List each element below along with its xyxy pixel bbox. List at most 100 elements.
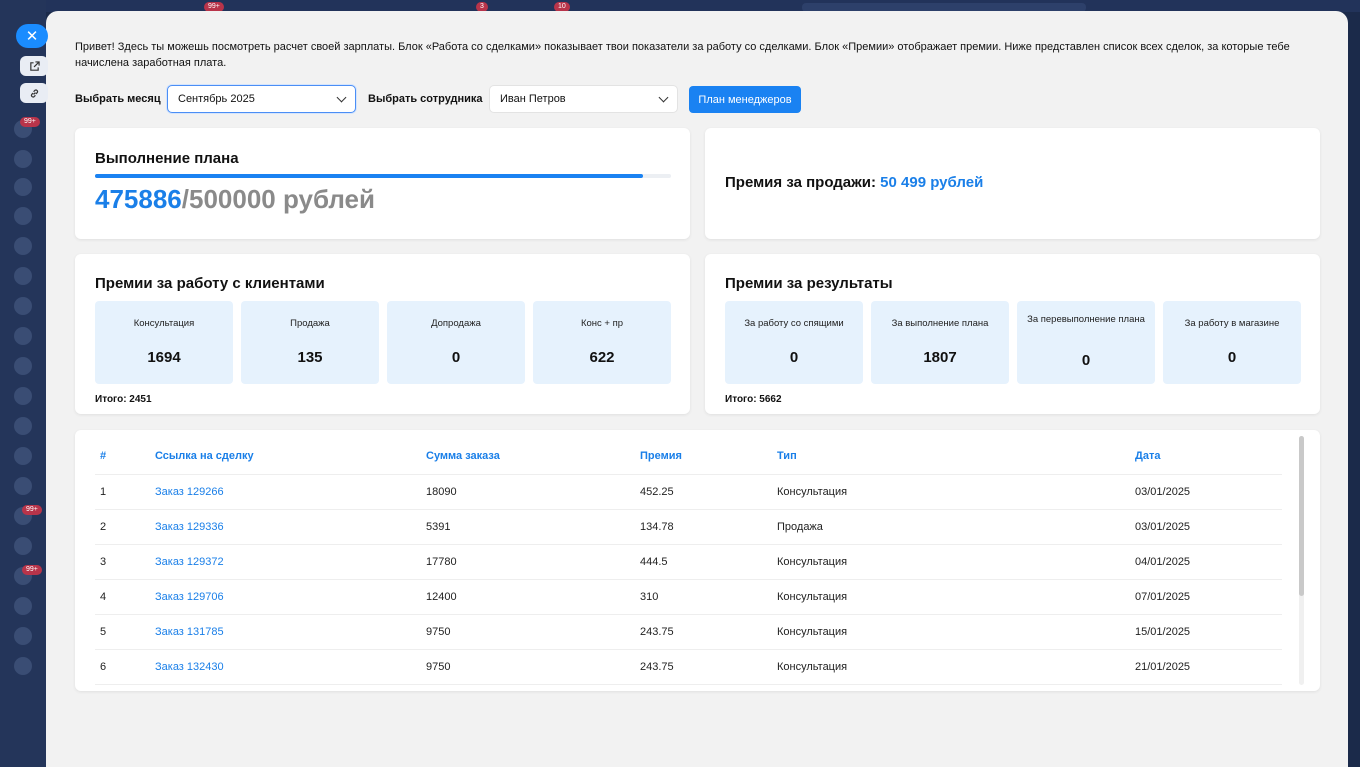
cell-deal-link: Заказ 131785 xyxy=(150,614,421,650)
month-select[interactable]: Сентябрь 2025 xyxy=(167,85,356,113)
bonus-tile-consult-plus-sale: Конс + пр 622 xyxy=(533,301,671,384)
table-row: 3 Заказ 129372 17780 444.5 Консультация … xyxy=(95,544,1282,580)
tile-value: 135 xyxy=(297,349,323,366)
tile-value: 622 xyxy=(589,349,615,366)
table-row: 5 Заказ 131785 9750 243.75 Консультация … xyxy=(95,614,1282,650)
employee-select[interactable]: Иван Петров xyxy=(489,85,678,113)
column-header-number[interactable]: # xyxy=(95,438,150,475)
employee-select-value: Иван Петров xyxy=(500,93,566,105)
table-row: 6 Заказ 132430 9750 243.75 Консультация … xyxy=(95,649,1282,685)
tile-value: 0 xyxy=(1227,349,1237,366)
tile-value: 0 xyxy=(1081,352,1091,369)
background-nav-icon xyxy=(14,657,32,675)
tile-value: 1694 xyxy=(147,349,181,366)
tile-label: Продажа xyxy=(290,318,330,329)
background-side-badge: 99+ xyxy=(20,117,40,127)
table-header-row: # Ссылка на сделку Сумма заказа Премия Т… xyxy=(95,438,1282,475)
column-header-order-sum[interactable]: Сумма заказа xyxy=(421,438,635,475)
background-nav-icon xyxy=(14,178,32,196)
bonus-tile-sleeping-clients: За работу со спящими 0 xyxy=(725,301,863,384)
tile-value: 1807 xyxy=(923,349,957,366)
deal-link[interactable]: Заказ 129336 xyxy=(155,521,224,533)
deal-link[interactable]: Заказ 129266 xyxy=(155,486,224,498)
intro-text: Привет! Здесь ты можешь посмотреть расче… xyxy=(75,41,1290,69)
column-header-date[interactable]: Дата xyxy=(1130,438,1282,475)
bonus-tile-plan-completion: За выполнение плана 1807 xyxy=(871,301,1009,384)
plan-title: Выполнение плана xyxy=(95,150,239,167)
cell-number: 3 xyxy=(95,544,150,580)
cell-order-sum: 18090 xyxy=(421,474,635,510)
cell-number: 4 xyxy=(95,579,150,615)
plan-total: /500000 рублей xyxy=(181,184,376,214)
cell-date: 07/01/2025 xyxy=(1130,579,1282,615)
cell-bonus: 243.75 xyxy=(635,614,772,650)
cell-bonus: 452.25 xyxy=(635,474,772,510)
link-icon xyxy=(30,88,38,98)
plan-current: 475886 xyxy=(95,184,182,214)
background-nav-icon xyxy=(14,597,32,615)
tile-label: Консультация xyxy=(133,318,195,329)
close-button[interactable]: ✕ xyxy=(16,24,48,48)
table-row: 4 Заказ 129706 12400 310 Консультация 07… xyxy=(95,579,1282,615)
tile-label: За работу со спящими xyxy=(744,318,844,329)
result-bonuses-card: Премии за результаты За работу со спящим… xyxy=(705,254,1320,414)
table-row: 2 Заказ 129336 5391 134.78 Продажа 03/01… xyxy=(95,509,1282,545)
cell-bonus: 310 xyxy=(635,579,772,615)
month-select-value: Сентябрь 2025 xyxy=(178,93,255,105)
deal-link[interactable]: Заказ 129372 xyxy=(155,556,224,568)
column-header-deal-link[interactable]: Ссылка на сделку xyxy=(150,438,421,475)
cell-date: 15/01/2025 xyxy=(1130,614,1282,650)
table-scrollbar[interactable] xyxy=(1299,436,1304,685)
external-link-icon xyxy=(29,60,40,71)
column-header-type[interactable]: Тип xyxy=(772,438,1130,475)
cell-order-sum: 9750 xyxy=(421,614,635,650)
cell-type: Продажа xyxy=(772,509,1130,545)
cell-deal-link: Заказ 129372 xyxy=(150,544,421,580)
tile-label: За работу в магазине xyxy=(1184,318,1280,329)
sales-bonus-label: Премия за продажи: xyxy=(725,174,881,191)
bonus-tile-plan-overachievement: За перевыполнение плана 0 xyxy=(1017,301,1155,384)
background-nav-icon xyxy=(14,267,32,285)
deal-link[interactable]: Заказ 129706 xyxy=(155,591,224,603)
client-bonuses-card: Премии за работу с клиентами Консультаци… xyxy=(75,254,690,414)
close-icon: ✕ xyxy=(25,28,39,45)
cell-deal-link: Заказ 129706 xyxy=(150,579,421,615)
bonus-tile-upsell: Допродажа 0 xyxy=(387,301,525,384)
cell-order-sum: 12400 xyxy=(421,579,635,615)
deal-link[interactable]: Заказ 132430 xyxy=(155,661,224,673)
background-nav-icon xyxy=(14,237,32,255)
plan-value: 475886/500000 рублей xyxy=(95,184,375,215)
background-side-badge: 99+ xyxy=(22,505,42,515)
chevron-down-icon xyxy=(336,92,347,102)
sales-bonus-amount: 50 499 рублей xyxy=(880,174,984,191)
client-bonus-tiles: Консультация 1694 Продажа 135 Допродажа … xyxy=(95,301,671,384)
cell-number: 1 xyxy=(95,474,150,510)
client-bonuses-title: Премии за работу с клиентами xyxy=(95,275,325,292)
managers-plan-button[interactable]: План менеджеров xyxy=(689,86,801,113)
open-external-button[interactable] xyxy=(20,56,48,76)
background-nav-icon xyxy=(14,327,32,345)
copy-link-button[interactable] xyxy=(20,83,48,103)
background-side-badge: 99+ xyxy=(22,565,42,575)
cell-bonus: 134.78 xyxy=(635,509,772,545)
tile-value: 0 xyxy=(451,349,461,366)
background-nav-icon xyxy=(14,297,32,315)
background-nav-icon xyxy=(14,627,32,645)
tile-label: За перевыполнение плана xyxy=(1027,314,1145,325)
table-scrollbar-thumb[interactable] xyxy=(1299,436,1304,596)
tile-label: Допродажа xyxy=(431,318,481,329)
sales-bonus-text: Премия за продажи: 50 499 рублей xyxy=(725,174,983,191)
background-nav-icon xyxy=(14,387,32,405)
cell-bonus: 243.75 xyxy=(635,649,772,685)
cell-date: 03/01/2025 xyxy=(1130,509,1282,545)
deal-link[interactable]: Заказ 131785 xyxy=(155,626,224,638)
plan-progress-fill xyxy=(95,174,644,178)
result-bonuses-total: Итого: 5662 xyxy=(725,394,782,405)
cell-date: 04/01/2025 xyxy=(1130,544,1282,580)
tile-label: Конс + пр xyxy=(580,318,624,329)
cell-number: 2 xyxy=(95,509,150,545)
background-nav-icon xyxy=(14,447,32,465)
column-header-bonus[interactable]: Премия xyxy=(635,438,772,475)
plan-card: Выполнение плана 475886/500000 рублей xyxy=(75,128,690,239)
sales-bonus-card: Премия за продажи: 50 499 рублей xyxy=(705,128,1320,239)
